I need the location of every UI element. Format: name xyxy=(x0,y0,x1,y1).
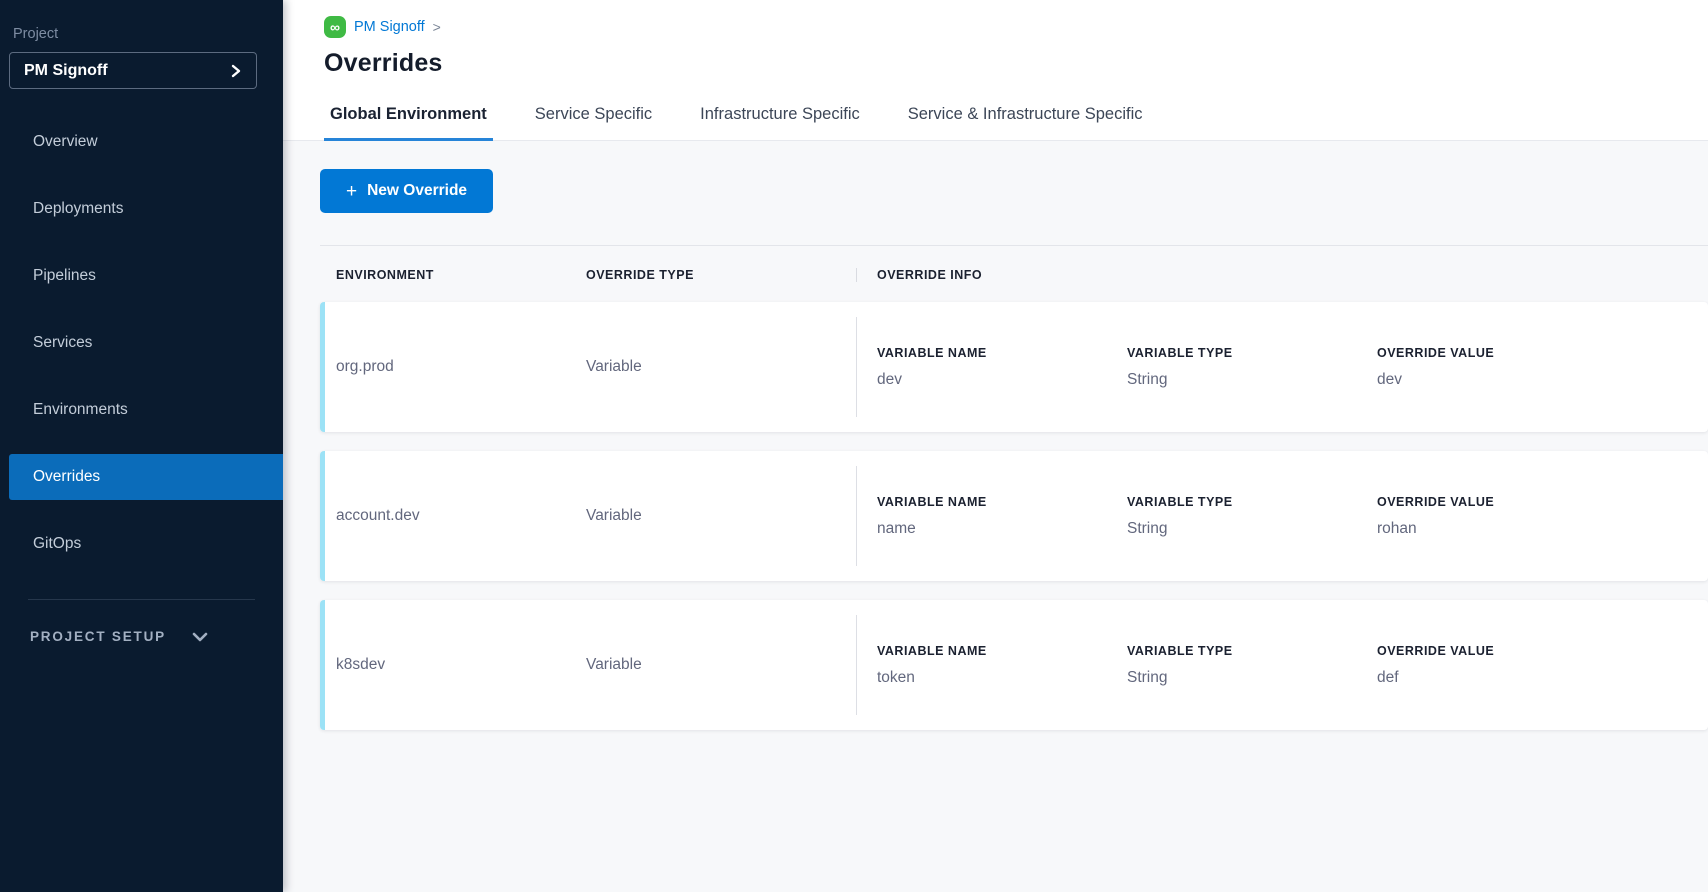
override-value-cell: OVERRIDE VALUE def xyxy=(1377,644,1627,687)
table-header-row: ENVIRONMENT OVERRIDE TYPE OVERRIDE INFO xyxy=(320,246,1708,302)
sidebar-item-label: Environments xyxy=(33,401,128,419)
variable-type-cell: VARIABLE TYPE String xyxy=(1127,495,1377,538)
tab-label: Service Specific xyxy=(535,105,652,123)
variable-name-value: name xyxy=(877,520,1127,538)
page-title: Overrides xyxy=(324,49,1708,78)
row-override-info: VARIABLE NAME token VARIABLE TYPE String… xyxy=(856,615,1708,715)
row-accent-bar xyxy=(320,302,325,432)
override-value-cell: OVERRIDE VALUE dev xyxy=(1377,346,1627,389)
sidebar-item[interactable]: Overview xyxy=(9,119,283,165)
sidebar-item[interactable]: Deployments xyxy=(9,186,283,232)
variable-name-label: VARIABLE NAME xyxy=(877,346,1127,360)
variable-name-cell: VARIABLE NAME dev xyxy=(877,346,1127,389)
project-label: Project xyxy=(13,26,283,42)
override-value-label: OVERRIDE VALUE xyxy=(1377,644,1627,658)
variable-type-value: String xyxy=(1127,520,1377,538)
column-header-override-type: OVERRIDE TYPE xyxy=(586,268,856,282)
sidebar: Project PM Signoff Overview Deployments … xyxy=(0,0,283,892)
tab-label: Service & Infrastructure Specific xyxy=(908,105,1143,123)
tab-label: Infrastructure Specific xyxy=(700,105,860,123)
main-area: ∞ PM Signoff > Overrides Global Environm… xyxy=(283,0,1708,892)
row-override-type: Variable xyxy=(586,656,856,674)
sidebar-item-label: Overrides xyxy=(33,468,100,486)
tab-bar: Global Environment Service Specific Infr… xyxy=(283,90,1708,141)
row-override-type: Variable xyxy=(586,507,856,525)
project-setup-toggle[interactable]: PROJECT SETUP xyxy=(0,629,283,644)
variable-type-label: VARIABLE TYPE xyxy=(1127,495,1377,509)
tab[interactable]: Global Environment xyxy=(324,90,493,141)
row-override-info: VARIABLE NAME name VARIABLE TYPE String … xyxy=(856,466,1708,566)
new-override-button[interactable]: + New Override xyxy=(320,169,493,213)
sidebar-nav: Overview Deployments Pipelines Services … xyxy=(0,119,283,567)
variable-name-value: dev xyxy=(877,371,1127,389)
page-header: ∞ PM Signoff > Overrides xyxy=(283,0,1708,78)
variable-type-cell: VARIABLE TYPE String xyxy=(1127,346,1377,389)
tab[interactable]: Service Specific xyxy=(529,90,658,141)
override-row[interactable]: k8sdev Variable VARIABLE NAME token VARI… xyxy=(320,600,1708,730)
sidebar-divider xyxy=(28,599,255,600)
variable-name-value: token xyxy=(877,669,1127,687)
breadcrumb-separator-icon: > xyxy=(433,19,441,35)
tab[interactable]: Infrastructure Specific xyxy=(694,90,866,141)
variable-name-cell: VARIABLE NAME token xyxy=(877,644,1127,687)
tab-label: Global Environment xyxy=(330,105,487,123)
override-value-value: dev xyxy=(1377,371,1627,389)
sidebar-item-label: Services xyxy=(33,334,92,352)
chevron-right-icon xyxy=(230,64,242,78)
project-selector[interactable]: PM Signoff xyxy=(9,52,257,89)
overrides-table: ENVIRONMENT OVERRIDE TYPE OVERRIDE INFO … xyxy=(320,245,1708,730)
sidebar-item[interactable]: Overrides xyxy=(9,454,283,500)
override-row[interactable]: org.prod Variable VARIABLE NAME dev VARI… xyxy=(320,302,1708,432)
sidebar-item-label: Overview xyxy=(33,133,98,151)
tab-content: + New Override ENVIRONMENT OVERRIDE TYPE… xyxy=(283,141,1708,892)
variable-name-label: VARIABLE NAME xyxy=(877,644,1127,658)
row-environment: org.prod xyxy=(336,358,586,376)
sidebar-item[interactable]: GitOps xyxy=(9,521,283,567)
variable-type-label: VARIABLE TYPE xyxy=(1127,346,1377,360)
plus-icon: + xyxy=(346,182,357,201)
sidebar-item-label: Pipelines xyxy=(33,267,96,285)
tab[interactable]: Service & Infrastructure Specific xyxy=(902,90,1149,141)
breadcrumb: ∞ PM Signoff > xyxy=(324,16,1708,38)
override-value-cell: OVERRIDE VALUE rohan xyxy=(1377,495,1627,538)
variable-type-value: String xyxy=(1127,669,1377,687)
override-value-value: rohan xyxy=(1377,520,1627,538)
breadcrumb-project-link[interactable]: PM Signoff xyxy=(354,19,425,35)
row-accent-bar xyxy=(320,451,325,581)
variable-name-label: VARIABLE NAME xyxy=(877,495,1127,509)
override-value-value: def xyxy=(1377,669,1627,687)
row-environment: k8sdev xyxy=(336,656,586,674)
project-icon: ∞ xyxy=(324,16,346,38)
sidebar-item[interactable]: Pipelines xyxy=(9,253,283,299)
new-override-button-label: New Override xyxy=(367,182,467,200)
variable-type-value: String xyxy=(1127,371,1377,389)
chevron-down-icon xyxy=(192,632,208,642)
sidebar-item[interactable]: Services xyxy=(9,320,283,366)
override-info-grid: VARIABLE NAME dev VARIABLE TYPE String O… xyxy=(857,346,1708,389)
override-value-label: OVERRIDE VALUE xyxy=(1377,346,1627,360)
row-environment: account.dev xyxy=(336,507,586,525)
sidebar-item[interactable]: Environments xyxy=(9,387,283,433)
project-selector-value: PM Signoff xyxy=(24,62,108,80)
sidebar-item-label: GitOps xyxy=(33,535,81,553)
variable-type-cell: VARIABLE TYPE String xyxy=(1127,644,1377,687)
variable-name-cell: VARIABLE NAME name xyxy=(877,495,1127,538)
sidebar-item-label: Deployments xyxy=(33,200,123,218)
row-accent-bar xyxy=(320,600,325,730)
override-info-grid: VARIABLE NAME name VARIABLE TYPE String … xyxy=(857,495,1708,538)
override-value-label: OVERRIDE VALUE xyxy=(1377,495,1627,509)
project-setup-label: PROJECT SETUP xyxy=(30,629,166,644)
column-header-environment: ENVIRONMENT xyxy=(336,268,586,282)
override-row[interactable]: account.dev Variable VARIABLE NAME name … xyxy=(320,451,1708,581)
column-header-override-info: OVERRIDE INFO xyxy=(856,268,1708,282)
override-info-grid: VARIABLE NAME token VARIABLE TYPE String… xyxy=(857,644,1708,687)
variable-type-label: VARIABLE TYPE xyxy=(1127,644,1377,658)
row-override-type: Variable xyxy=(586,358,856,376)
row-override-info: VARIABLE NAME dev VARIABLE TYPE String O… xyxy=(856,317,1708,417)
